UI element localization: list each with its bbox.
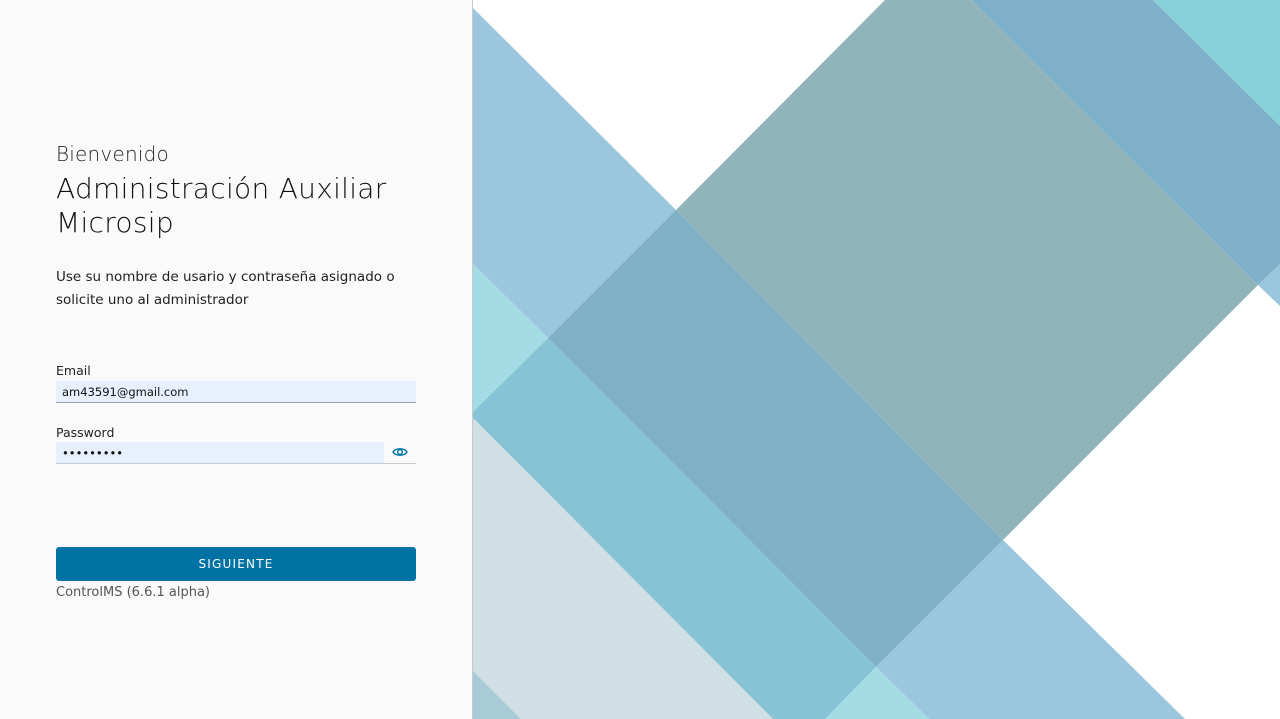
hint-line-2: solicite uno al administrador bbox=[56, 292, 249, 308]
version-label: ControlMS (6.6.1 alpha) bbox=[56, 585, 210, 600]
hint-line-1: Use su nombre de usario y contraseña asi… bbox=[56, 269, 395, 285]
login-hint: Use su nombre de usario y contraseña asi… bbox=[56, 266, 416, 312]
title-line-1: Administración Auxiliar bbox=[56, 172, 387, 205]
geometric-pattern bbox=[473, 0, 1280, 719]
password-field[interactable] bbox=[56, 442, 384, 464]
title-line-2: Microsip bbox=[56, 206, 174, 239]
hero-background bbox=[473, 0, 1280, 719]
password-label: Password bbox=[56, 425, 115, 440]
eye-icon bbox=[392, 446, 408, 461]
show-password-button[interactable] bbox=[388, 443, 412, 463]
login-panel: Bienvenido Administración Auxiliar Micro… bbox=[0, 0, 473, 719]
email-field[interactable] bbox=[56, 381, 416, 403]
next-button[interactable]: SIGUIENTE bbox=[56, 547, 416, 581]
page-title: Administración Auxiliar Microsip bbox=[56, 172, 436, 240]
login-screen: Bienvenido Administración Auxiliar Micro… bbox=[0, 0, 1280, 719]
email-label: Email bbox=[56, 363, 91, 378]
welcome-text: Bienvenido bbox=[56, 142, 169, 166]
password-underline bbox=[56, 463, 416, 464]
